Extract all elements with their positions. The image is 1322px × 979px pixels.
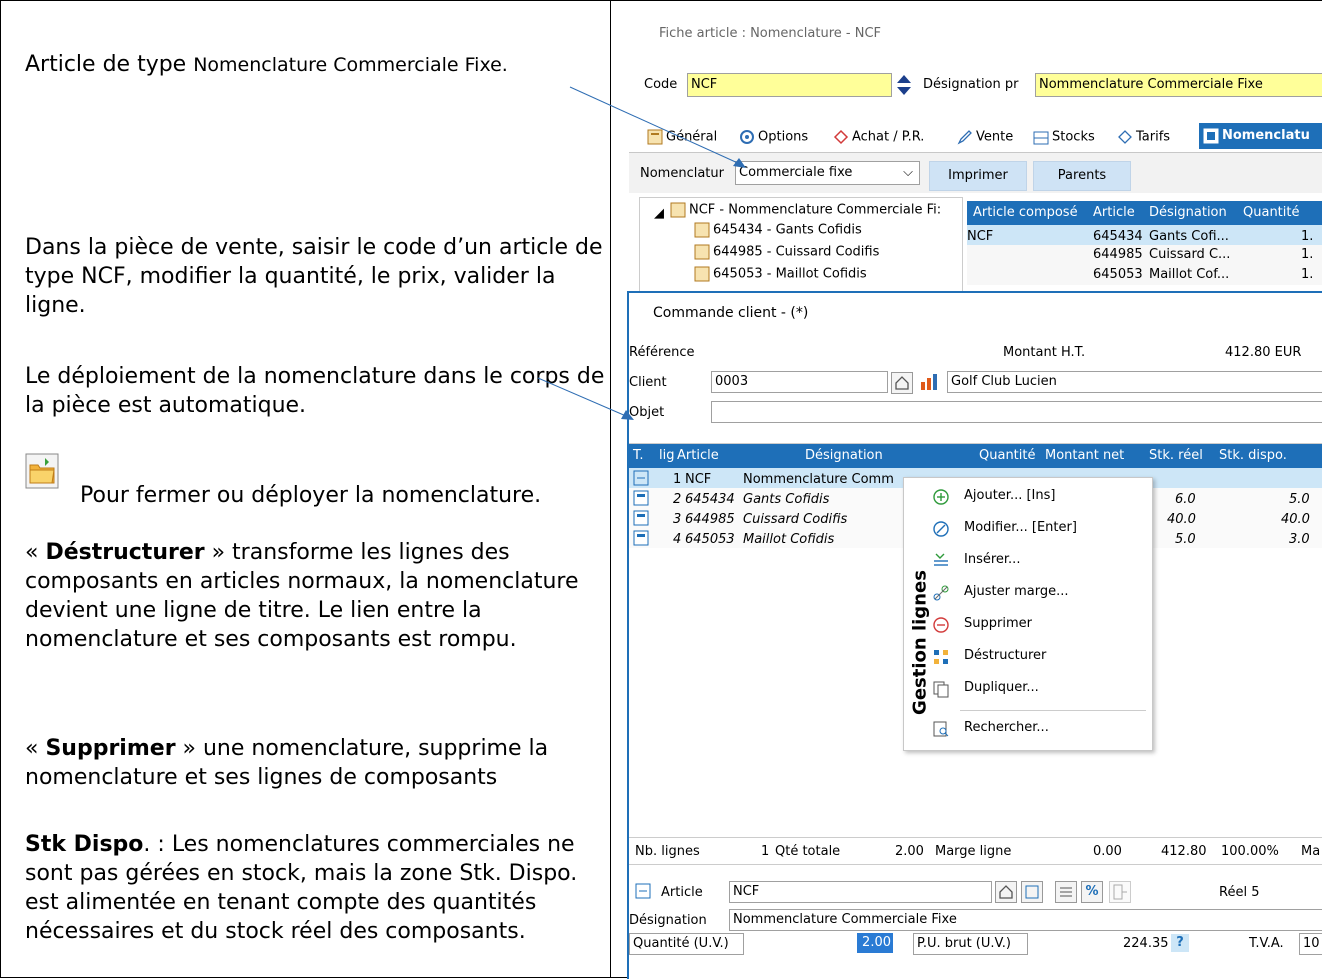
arrow-line [537,377,627,417]
arrow-head [733,158,746,168]
annotation-arrows [537,86,746,420]
arrow-line [569,86,741,165]
